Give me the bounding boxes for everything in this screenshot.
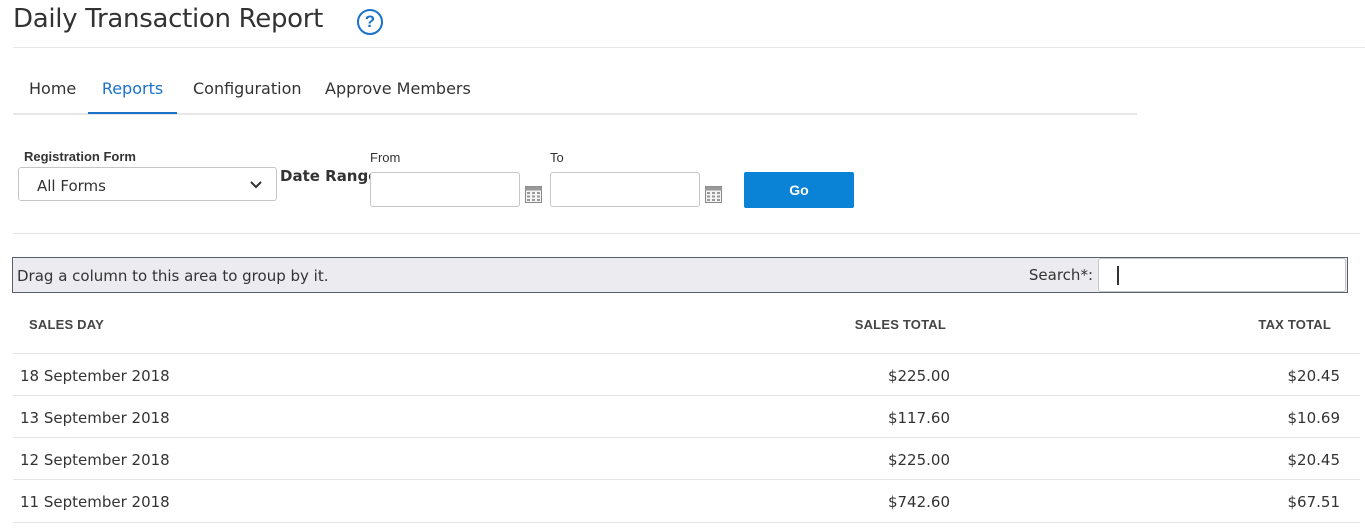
registration-form-select[interactable]: All Forms xyxy=(18,167,277,201)
calendar-icon[interactable] xyxy=(705,186,722,203)
table-row[interactable]: 18 September 2018 $225.00 $20.45 xyxy=(13,353,1360,396)
calendar-icon[interactable] xyxy=(525,186,542,203)
column-header-tax-total[interactable]: TAX TOTAL xyxy=(1258,317,1331,332)
from-date-input[interactable] xyxy=(370,172,520,207)
sales-total-cell: $225.00 xyxy=(887,367,950,385)
group-by-area[interactable]: Drag a column to this area to group by i… xyxy=(12,257,1348,293)
registration-form-value: All Forms xyxy=(37,177,106,195)
from-label: From xyxy=(370,150,401,165)
tab-home[interactable]: Home xyxy=(29,70,76,113)
sales-total-cell: $225.00 xyxy=(887,451,950,469)
tax-total-cell: $67.51 xyxy=(1287,493,1341,511)
tab-configuration[interactable]: Configuration xyxy=(193,70,302,113)
tax-total-cell: $10.69 xyxy=(1287,409,1341,427)
header-divider xyxy=(13,47,1365,48)
go-button[interactable]: Go xyxy=(744,172,854,208)
sales-day-cell: 11 September 2018 xyxy=(20,493,170,511)
to-date-input[interactable] xyxy=(550,172,700,207)
filter-divider xyxy=(13,233,1360,234)
tab-approve-members[interactable]: Approve Members xyxy=(325,70,471,113)
tax-total-cell: $20.45 xyxy=(1287,451,1341,469)
sales-total-cell: $117.60 xyxy=(887,409,950,427)
column-header-sales-total[interactable]: SALES TOTAL xyxy=(855,317,946,332)
page-title: Daily Transaction Report xyxy=(13,4,324,34)
table-row[interactable]: 13 September 2018 $117.60 $10.69 xyxy=(13,395,1360,438)
group-by-hint: Drag a column to this area to group by i… xyxy=(17,267,329,285)
column-header-sales-day[interactable]: SALES DAY xyxy=(29,317,104,332)
tax-total-cell: $20.45 xyxy=(1287,367,1341,385)
sales-total-cell: $742.60 xyxy=(887,493,950,511)
search-label: Search*: xyxy=(1028,266,1093,284)
to-label: To xyxy=(550,150,564,165)
table-row[interactable]: 11 September 2018 $742.60 $67.51 xyxy=(13,479,1360,523)
tab-reports[interactable]: Reports xyxy=(88,70,177,114)
help-icon[interactable]: ? xyxy=(357,9,383,35)
date-range-label: Date Range: xyxy=(280,167,385,185)
sales-day-cell: 18 September 2018 xyxy=(20,367,170,385)
chevron-down-icon xyxy=(250,181,262,189)
search-input[interactable] xyxy=(1098,258,1346,292)
tab-bar: Home Reports Configuration Approve Membe… xyxy=(13,70,1137,115)
table-row[interactable]: 12 September 2018 $225.00 $20.45 xyxy=(13,437,1360,480)
registration-form-label: Registration Form xyxy=(24,149,136,164)
text-cursor xyxy=(1117,266,1119,285)
sales-day-cell: 12 September 2018 xyxy=(20,451,170,469)
sales-day-cell: 13 September 2018 xyxy=(20,409,170,427)
